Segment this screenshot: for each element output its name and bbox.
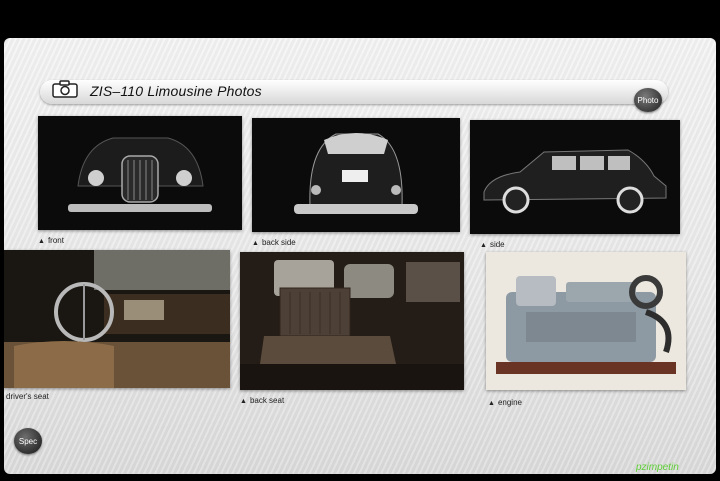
page-title: ZIS–110 Limousine Photos — [90, 83, 262, 99]
caption-back-seat: ▲ back seat — [240, 396, 285, 405]
caption-marker-icon: ▲ — [240, 398, 247, 405]
spec-button[interactable]: Spec — [14, 428, 42, 454]
photo-side[interactable] — [470, 120, 680, 234]
watermark: pzimpetin — [636, 462, 679, 473]
camera-icon — [52, 80, 78, 98]
caption-marker-icon: ▲ — [488, 400, 495, 407]
car-front-image — [38, 116, 242, 230]
caption-back-side: ▲ back side — [252, 238, 296, 247]
photo-drivers-seat[interactable] — [4, 250, 230, 388]
photo-front[interactable] — [38, 116, 242, 230]
caption-marker-icon: ▲ — [252, 240, 259, 247]
caption-front: ▲ front — [38, 236, 64, 245]
caption-engine: ▲ engine — [488, 398, 522, 407]
photo-button[interactable]: Photo — [634, 88, 662, 112]
caption-side: ▲ side — [480, 240, 505, 249]
caption-marker-icon: ▲ — [480, 242, 487, 249]
drivers-seat-image — [4, 250, 230, 388]
car-back-image — [252, 118, 460, 232]
photo-engine[interactable] — [486, 252, 686, 390]
photo-back-side[interactable] — [252, 118, 460, 232]
engine-image — [486, 252, 686, 390]
caption-marker-icon: ▲ — [38, 238, 45, 245]
back-seat-image — [240, 252, 464, 390]
photo-back-seat[interactable] — [240, 252, 464, 390]
car-side-image — [470, 120, 680, 234]
caption-drivers-seat: driver's seat — [6, 392, 49, 401]
